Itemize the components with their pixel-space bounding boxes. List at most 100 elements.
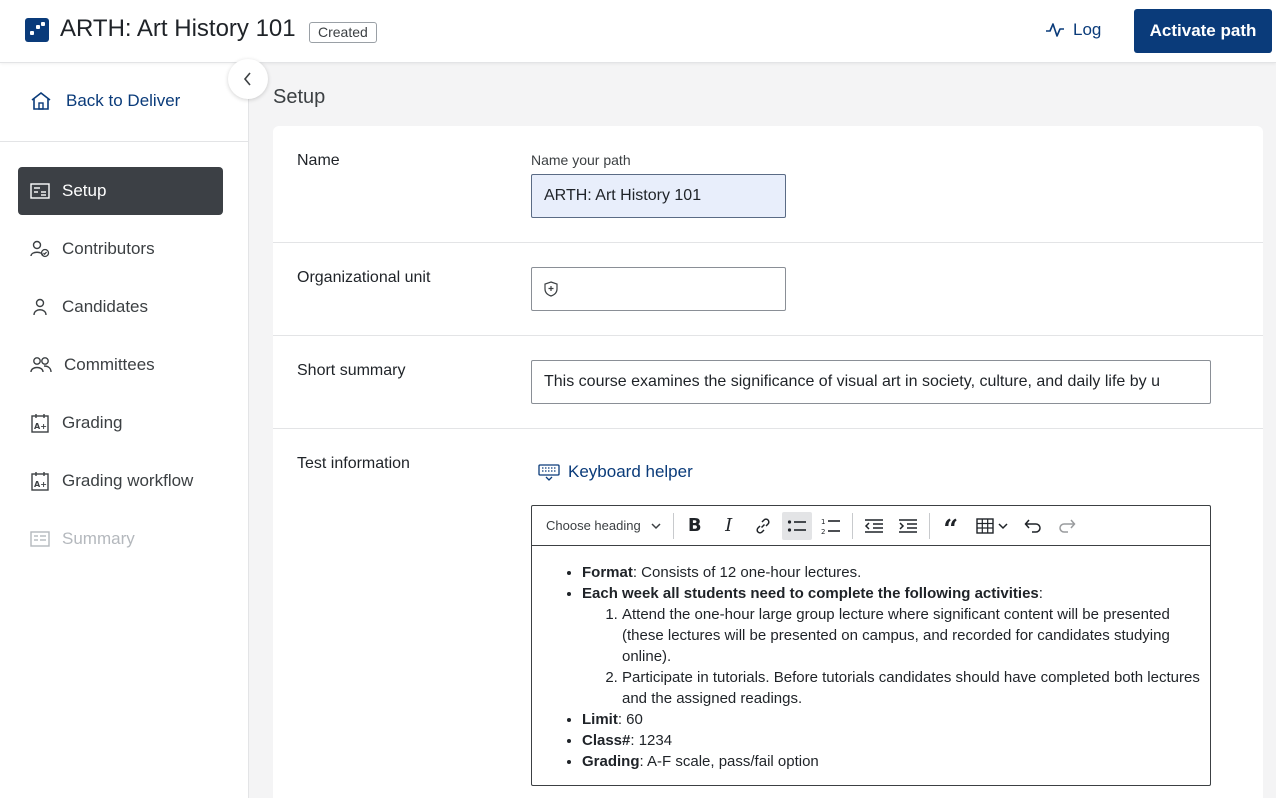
numbered-list-icon: 12 [821, 518, 840, 535]
back-to-deliver-link[interactable]: Back to Deliver [30, 91, 180, 111]
name-field-label: Name your path [531, 152, 631, 168]
chevron-down-icon [651, 522, 661, 529]
log-link[interactable]: Log [1045, 20, 1101, 40]
grading-icon: A+ [31, 414, 49, 433]
chevron-left-icon [243, 72, 251, 86]
format-label: Format [582, 564, 633, 581]
blockquote-button[interactable]: “ [936, 512, 966, 545]
sidebar-item-summary: Summary [18, 515, 223, 563]
back-to-deliver-label: Back to Deliver [66, 91, 181, 110]
italic-icon: I [725, 515, 733, 536]
activity-icon [1046, 23, 1064, 37]
editor-toolbar: Choose heading B I 12 “ [532, 506, 1210, 546]
sidebar-item-label: Candidates [62, 297, 149, 316]
numbered-list: Attend the one-hour large group lecture … [622, 604, 1210, 709]
keyboard-helper-label: Keyboard helper [568, 462, 693, 481]
indent-icon [898, 518, 917, 533]
redo-button [1052, 512, 1082, 540]
redo-icon [1058, 519, 1076, 533]
grading-workflow-icon: A+ [31, 472, 49, 491]
row-divider [273, 335, 1263, 336]
outdent-button[interactable] [859, 512, 889, 540]
sidebar-divider [0, 141, 248, 142]
undo-button[interactable] [1018, 512, 1048, 540]
bold-icon: B [687, 515, 702, 536]
test-info-label: Test information [297, 455, 410, 472]
sidebar-item-label: Grading workflow [62, 471, 194, 490]
numbered-list-button[interactable]: 12 [816, 512, 846, 540]
outdent-icon [864, 518, 883, 533]
shield-icon [544, 281, 558, 297]
setup-form-card: Name Name your path ARTH: Art History 10… [273, 126, 1263, 798]
table-icon [976, 517, 994, 534]
list-item: Class#: 1234 [582, 730, 1210, 751]
status-badge: Created [309, 22, 377, 43]
sidebar-item-grading-workflow[interactable]: A+ Grading workflow [18, 457, 223, 505]
italic-button[interactable]: I [714, 512, 744, 540]
sidebar-item-committees[interactable]: Committees [18, 341, 223, 389]
home-icon [31, 91, 51, 110]
setup-icon [30, 183, 50, 199]
sidebar-item-contributors[interactable]: Contributors [18, 225, 223, 273]
list-item: Each week all students need to complete … [582, 583, 1210, 709]
contributors-icon [30, 240, 50, 258]
grading-text: : A-F scale, pass/fail option [639, 753, 819, 770]
bold-button[interactable]: B [680, 512, 710, 540]
format-text: : Consists of 12 one-hour lectures. [632, 564, 862, 581]
sidebar-item-label: Grading [62, 413, 123, 432]
list-item: Attend the one-hour large group lecture … [622, 604, 1210, 667]
svg-text:1: 1 [821, 518, 825, 526]
org-unit-label: Organizational unit [297, 269, 431, 286]
org-unit-select[interactable] [531, 267, 786, 311]
sidebar-item-label: Contributors [62, 239, 155, 258]
sidebar-item-setup[interactable]: Setup [18, 167, 223, 215]
toolbar-separator [851, 512, 853, 539]
sidebar-item-grading[interactable]: A+ Grading [18, 399, 223, 447]
weekly-suffix: : [1038, 585, 1043, 602]
undo-icon [1024, 519, 1041, 533]
bulleted-list-button[interactable] [781, 511, 812, 540]
name-label: Name [297, 152, 340, 169]
svg-text:A+: A+ [34, 480, 47, 489]
link-icon [756, 517, 770, 534]
heading-select-label: Choose heading [546, 518, 641, 533]
row-divider [273, 242, 1263, 243]
activate-path-button[interactable]: Activate path [1134, 9, 1272, 53]
weekly-label: Each week all students need to complete … [582, 585, 1039, 602]
path-name-input[interactable]: ARTH: Art History 101 [531, 174, 786, 218]
person-icon [33, 298, 47, 316]
list-item: Format: Consists of 12 one-hour lectures… [582, 562, 1210, 583]
short-summary-label: Short summary [297, 362, 406, 379]
toolbar-separator [928, 512, 930, 539]
list-item: Grading: A-F scale, pass/fail option [582, 751, 1210, 772]
svg-text:2: 2 [821, 528, 825, 535]
list-item: Limit: 60 [582, 709, 1210, 730]
limit-text: : 60 [617, 711, 643, 728]
sidebar-item-candidates[interactable]: Candidates [18, 283, 223, 331]
short-summary-input[interactable]: This course examines the significance of… [531, 360, 1211, 404]
sidebar-item-label: Committees [64, 355, 155, 374]
keyboard-helper-link[interactable]: Keyboard helper [538, 462, 693, 482]
grading-label: Grading [582, 753, 640, 770]
log-label: Log [1073, 20, 1102, 39]
editor-content[interactable]: Format: Consists of 12 one-hour lectures… [532, 546, 1210, 772]
sidebar: Back to Deliver Setup Contributors Candi… [0, 63, 249, 798]
indent-button[interactable] [893, 512, 923, 540]
insert-table-button[interactable] [970, 512, 1014, 540]
class-label: Class# [582, 732, 631, 749]
keyboard-icon [538, 464, 560, 481]
list-item: Participate in tutorials. Before tutoria… [622, 667, 1210, 709]
link-button[interactable] [748, 512, 778, 540]
toolbar-separator [672, 512, 674, 539]
collapse-sidebar-button[interactable] [228, 59, 268, 99]
row-divider [273, 428, 1263, 429]
app-logo-icon [25, 18, 49, 42]
summary-icon [30, 531, 50, 547]
svg-text:A+: A+ [34, 422, 47, 431]
quote-icon: “ [943, 514, 959, 545]
bulleted-list-icon [787, 519, 806, 532]
heading-select[interactable]: Choose heading [538, 511, 669, 541]
class-text: : 1234 [630, 732, 673, 749]
page-title: ARTH: Art History 101 [60, 15, 296, 42]
chevron-down-icon [998, 522, 1008, 529]
